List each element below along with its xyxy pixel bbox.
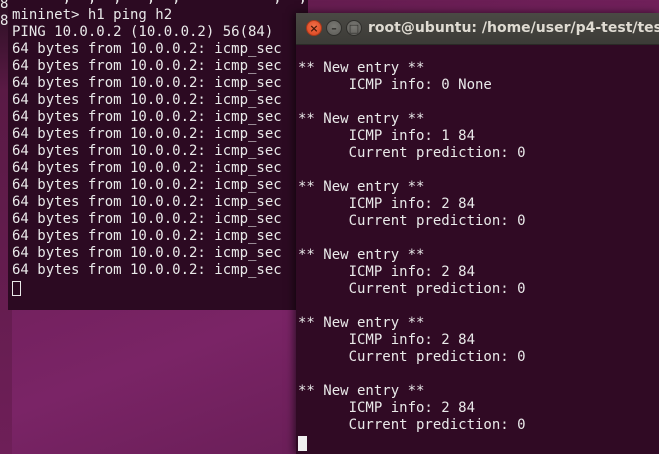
minimize-button[interactable]: – bbox=[326, 20, 342, 36]
terminal-line: 64 bytes from 10.0.0.2: icmp_sec bbox=[12, 194, 282, 210]
terminal-line: Current prediction: 0 bbox=[298, 281, 526, 297]
terminal-line: ICMP info: 2 84 bbox=[298, 264, 476, 280]
terminal-line: 64 bytes from 10.0.0.2: icmp_sec bbox=[12, 58, 282, 74]
terminal-line: 64 bytes from 10.0.0.2: icmp_sec bbox=[12, 41, 282, 57]
terminal-line: Current prediction: 0 bbox=[298, 213, 526, 229]
terminal-line: 64 bytes from 10.0.0.2: icmp_sec bbox=[12, 228, 282, 244]
terminal-line: 64 bytes from 10.0.0.2: icmp_sec bbox=[12, 143, 282, 159]
terminal-cursor bbox=[298, 436, 307, 451]
terminal-line: ** New entry ** bbox=[298, 111, 425, 127]
terminal-line: ICMP info: 2 84 bbox=[298, 400, 476, 416]
terminal-line: 64 bytes from 10.0.0.2: icmp_sec bbox=[12, 211, 282, 227]
terminal-line: ICMP info: 1 84 bbox=[298, 128, 476, 144]
terminal-line: 64 bytes from 10.0.0.2: icmp_sec bbox=[12, 262, 282, 278]
terminal-line: 64 bytes from 10.0.0.2: icmp_sec bbox=[12, 177, 282, 193]
terminal-line: PING 10.0.0.2 (10.0.0.2) 56(84) bbox=[12, 24, 274, 40]
terminal-line: ICMP info: 0 None bbox=[298, 77, 492, 93]
terminal-line: ** New entry ** bbox=[298, 60, 425, 76]
terminal-prompt-line[interactable] bbox=[298, 434, 526, 451]
terminal-line: ICMP info: 2 84 bbox=[298, 332, 476, 348]
window-titlebar[interactable]: × – □ root@ubuntu: /home/user/p4-test/te… bbox=[296, 13, 659, 45]
terminal-line: ICMP info: 2 84 bbox=[298, 196, 476, 212]
terminal-cursor bbox=[12, 281, 21, 296]
terminal-line: Current prediction: 0 bbox=[298, 145, 526, 161]
maximize-button[interactable]: □ bbox=[346, 20, 362, 36]
root-terminal-output[interactable]: ** New entry ** ICMP info: 0 None ** New… bbox=[298, 60, 526, 451]
terminal-line: ** New entry ** bbox=[298, 383, 425, 399]
terminal-line: 64 bytes from 10.0.0.2: icmp_sec bbox=[12, 92, 282, 108]
terminal-line: 64 bytes from 10.0.0.2: icmp_sec bbox=[12, 75, 282, 91]
terminal-line: Current prediction: 0 bbox=[298, 349, 526, 365]
mininet-terminal-output[interactable]: , , , , , , , , mininet> h1 ping h2 PING… bbox=[12, 0, 308, 296]
root-terminal-window[interactable]: × – □ root@ubuntu: /home/user/p4-test/te… bbox=[296, 13, 659, 454]
mininet-terminal-window[interactable]: , , , , , , , , mininet> h1 ping h2 PING… bbox=[8, 0, 308, 310]
terminal-line: , , , , , , , , bbox=[12, 0, 308, 7]
terminal-line: ** New entry ** bbox=[298, 315, 425, 331]
terminal-line: 64 bytes from 10.0.0.2: icmp_sec bbox=[12, 245, 282, 261]
terminal-line: 64 bytes from 10.0.0.2: icmp_sec bbox=[12, 109, 282, 125]
terminal-line: ** New entry ** bbox=[298, 179, 425, 195]
terminal-line: mininet> h1 ping h2 bbox=[12, 7, 173, 23]
terminal-prompt-line[interactable] bbox=[12, 279, 308, 296]
terminal-line: Current prediction: 0 bbox=[298, 417, 526, 433]
window-title: root@ubuntu: /home/user/p4-test/test- bbox=[368, 20, 659, 36]
terminal-line: ** New entry ** bbox=[298, 247, 425, 263]
terminal-line: 64 bytes from 10.0.0.2: icmp_sec bbox=[12, 160, 282, 176]
close-button[interactable]: × bbox=[306, 20, 322, 36]
terminal-line: 64 bytes from 10.0.0.2: icmp_sec bbox=[12, 126, 282, 142]
